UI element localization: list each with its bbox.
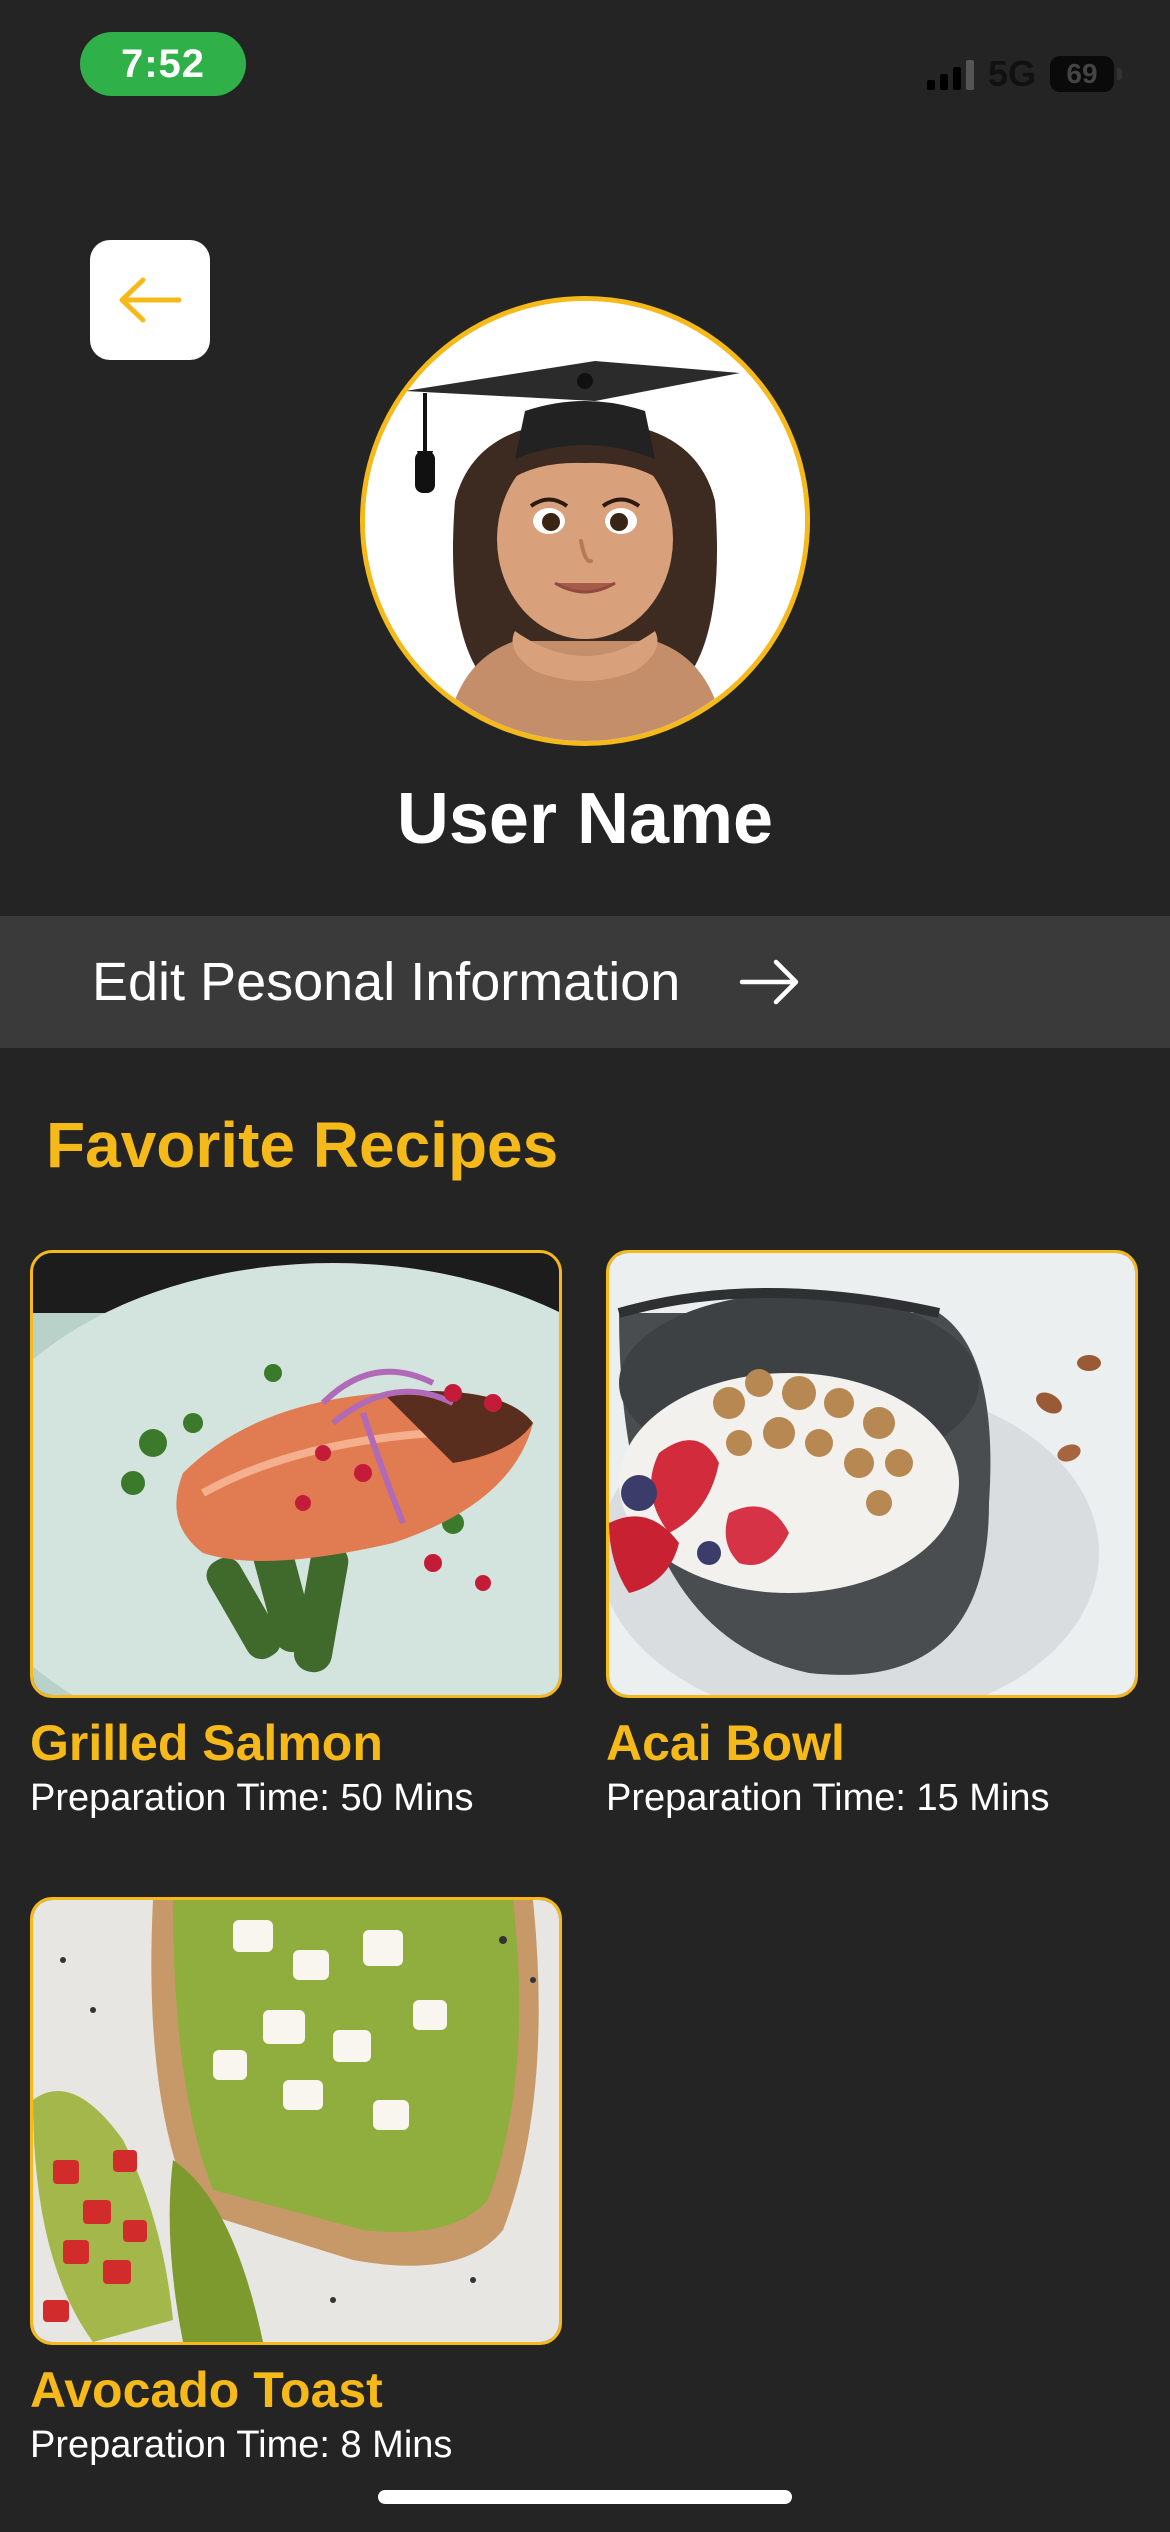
recipe-card-acai-bowl[interactable]: Acai Bowl Preparation Time: 15 Mins [606,1250,1138,1820]
avatar[interactable] [360,296,810,746]
user-name: User Name [396,779,774,859]
recipe-prep-time: Preparation Time: 8 Mins [30,2424,453,2466]
signal-icon [926,58,974,90]
arrow-left-icon [119,277,182,323]
edit-personal-info-button[interactable]: Edit Pesonal Information [0,916,1170,1048]
battery-icon: 69 [1050,56,1122,92]
recipe-card-grilled-salmon[interactable]: Grilled Salmon Preparation Time: 50 Mins [30,1250,562,1820]
network-label: 5G [987,53,1036,94]
recipe-prep-time: Preparation Time: 15 Mins [606,1777,1050,1819]
recipe-title: Grilled Salmon [30,1715,383,1771]
arrow-right-icon [738,957,802,1007]
avocado-toast-image [30,1897,562,2345]
back-button[interactable] [90,240,210,360]
memoji-avatar [365,301,805,741]
recipe-card-avocado-toast[interactable]: Avocado Toast Preparation Time: 8 Mins [30,1897,562,2467]
grilled-salmon-image [30,1250,562,1698]
recipe-title: Acai Bowl [606,1715,845,1771]
recipe-prep-time: Preparation Time: 50 Mins [30,1777,474,1819]
acai-bowl-image [606,1250,1138,1698]
recipe-title: Avocado Toast [30,2362,383,2418]
status-indicators: 5G 69 [926,52,1122,96]
home-indicator[interactable] [378,2490,792,2504]
edit-personal-info-label: Edit Pesonal Information [92,952,681,1012]
favorite-recipes-title: Favorite Recipes [46,1109,559,1181]
battery-level: 69 [1066,58,1098,89]
status-time: 7:52 [80,32,246,96]
